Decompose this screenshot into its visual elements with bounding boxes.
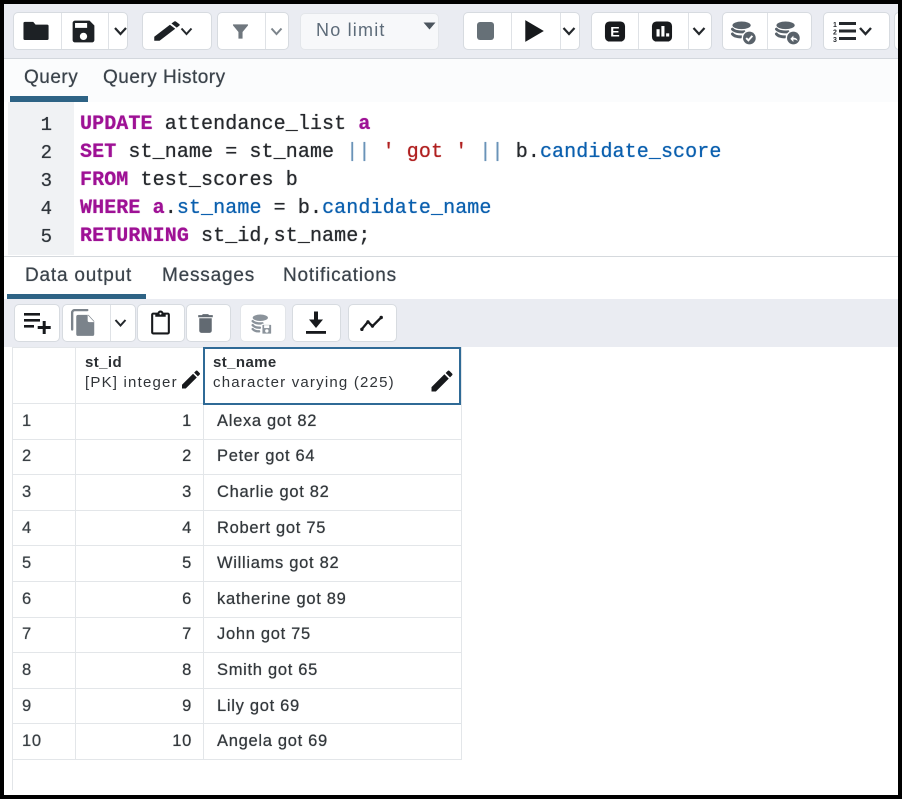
svg-text:1: 1 [833, 22, 837, 29]
svg-text:2: 2 [833, 30, 837, 37]
svg-text:3: 3 [833, 37, 837, 42]
svg-text:E: E [610, 24, 619, 40]
